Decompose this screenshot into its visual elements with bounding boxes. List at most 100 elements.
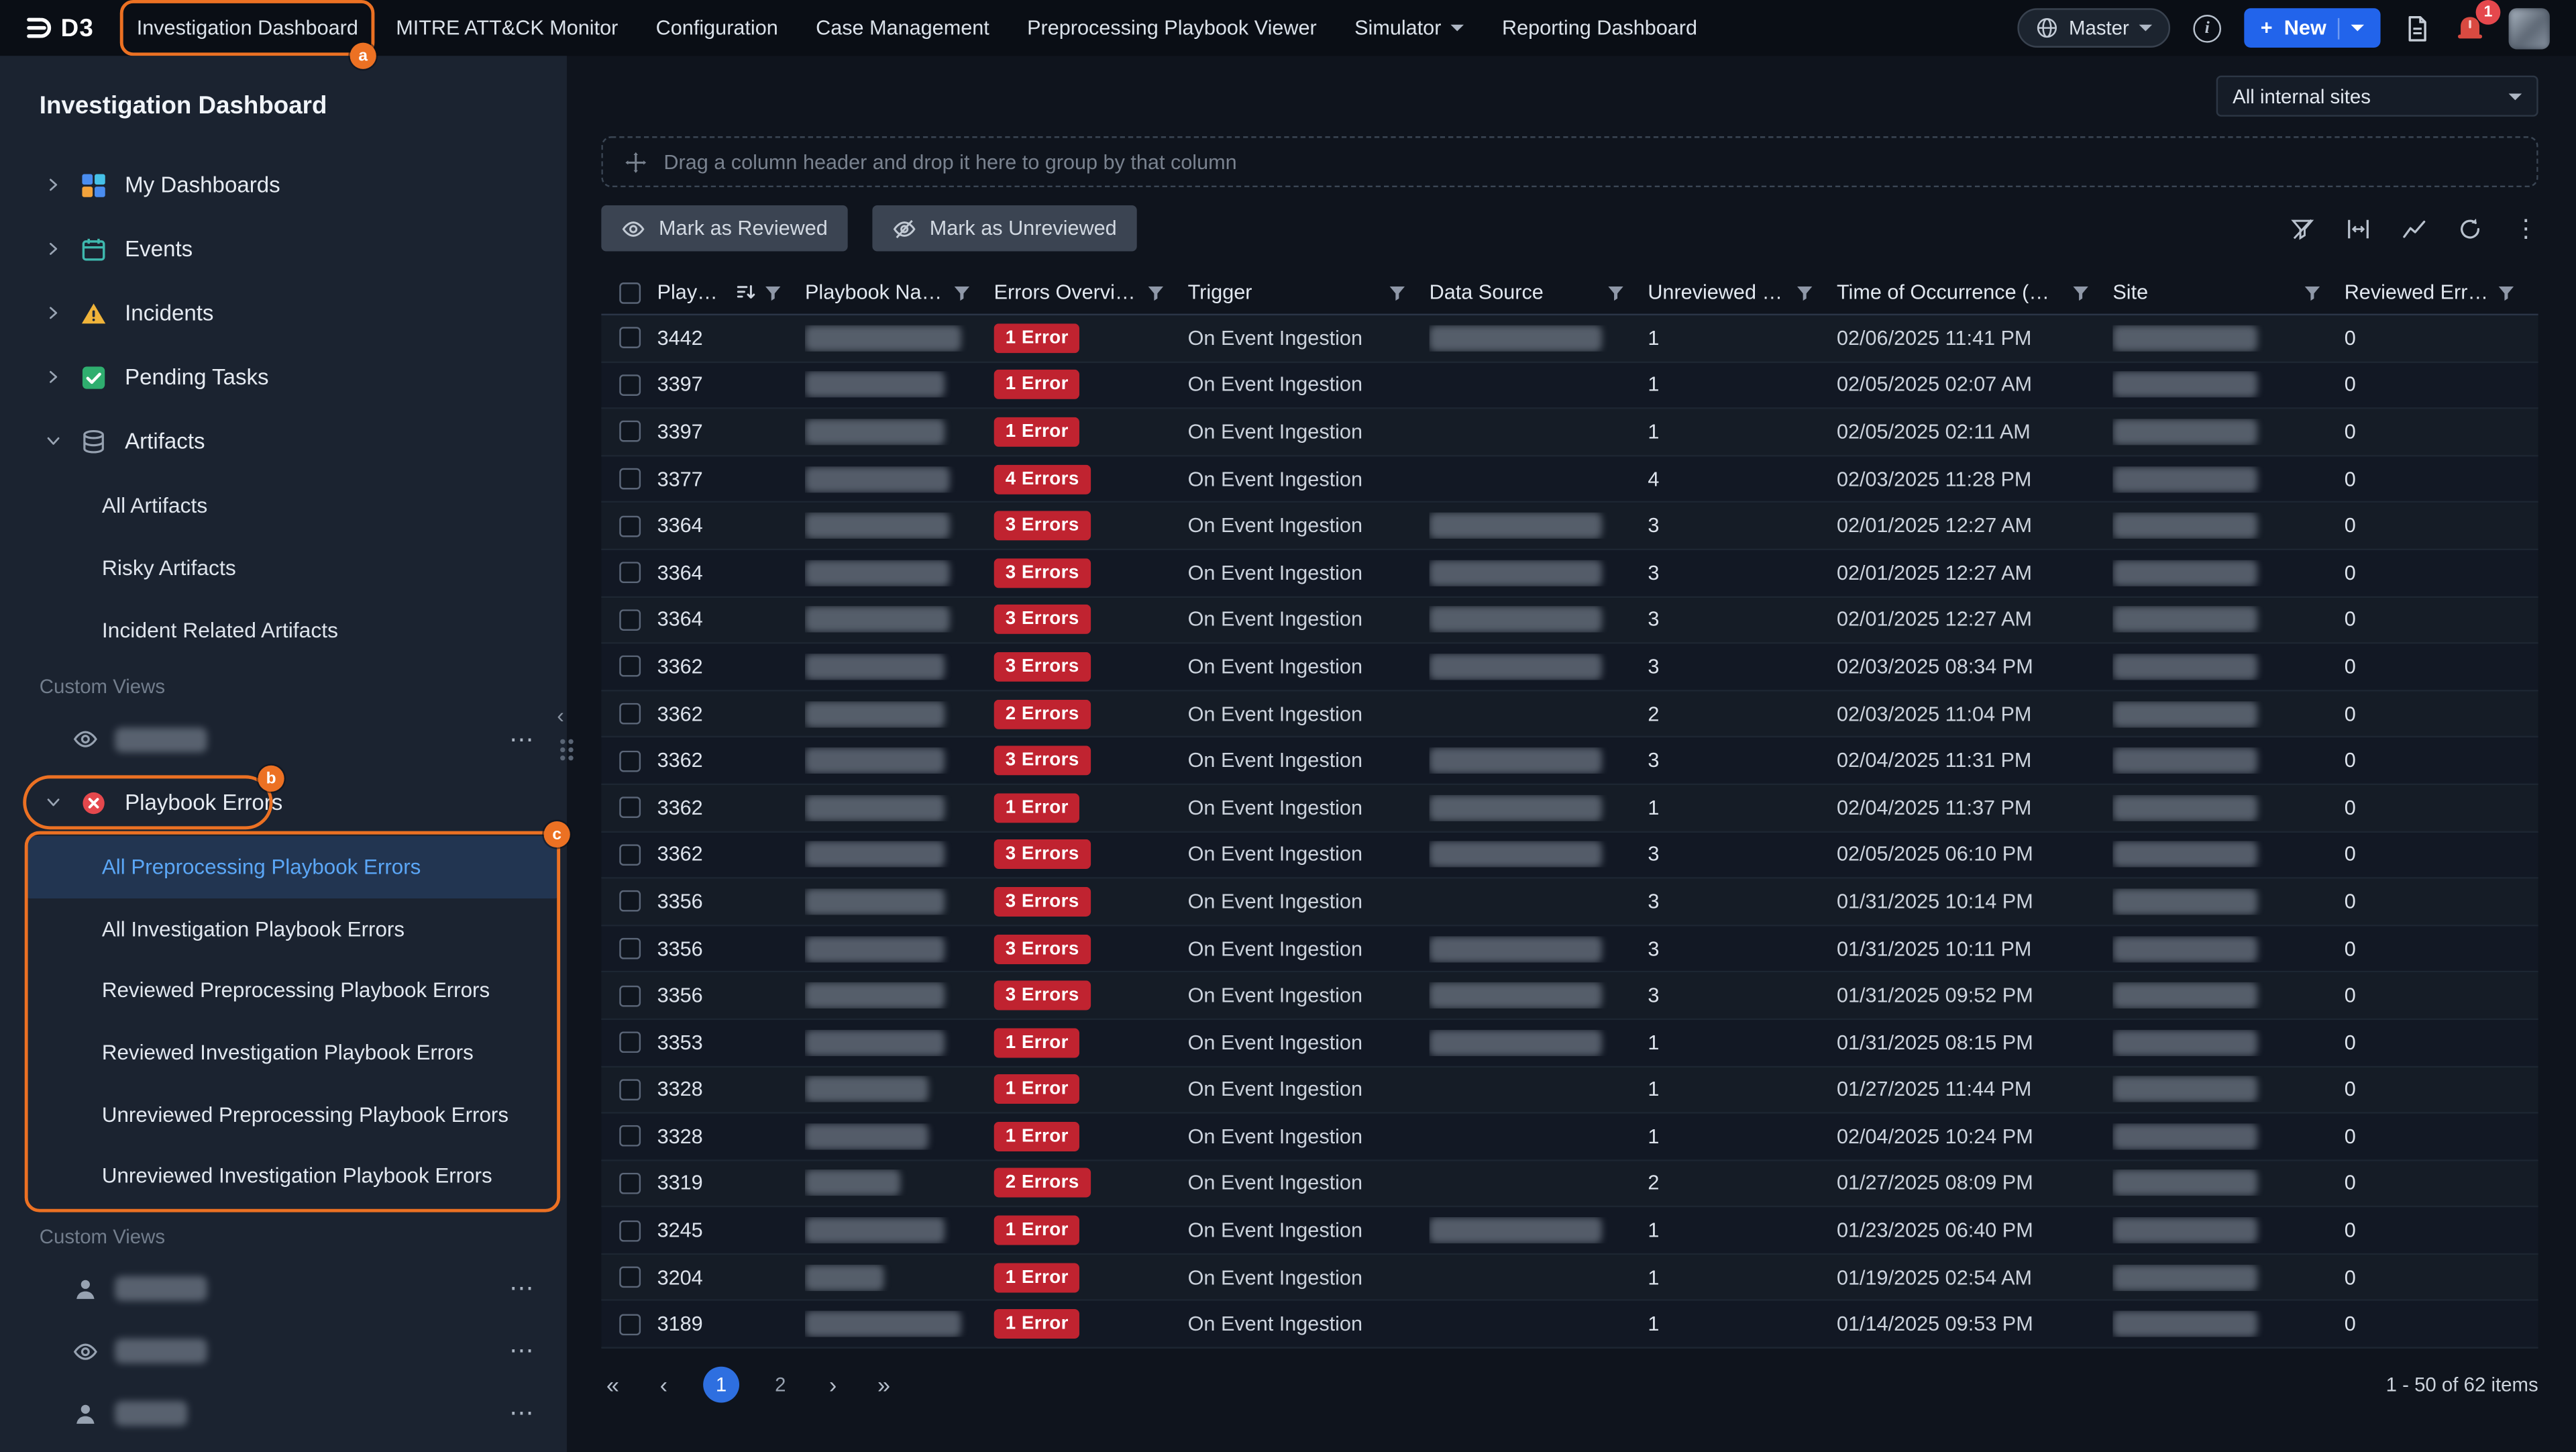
errors-badge[interactable]: 1 Error — [994, 1075, 1080, 1104]
clear-filters-icon[interactable] — [2290, 216, 2315, 241]
errors-badge[interactable]: 1 Error — [994, 370, 1080, 400]
column-header-unreviewed-errors[interactable]: Unreviewed Errors — [1648, 281, 1837, 304]
group-by-dropzone[interactable]: Drag a column header and drop it here to… — [601, 136, 2538, 187]
master-scope-selector[interactable]: Master — [2018, 8, 2170, 48]
errors-badge[interactable]: 1 Error — [994, 1122, 1080, 1151]
document-icon[interactable] — [2404, 14, 2432, 42]
nav-item-configuration[interactable]: Configuration — [653, 5, 782, 51]
site-filter-select[interactable]: All internal sites — [2216, 76, 2538, 117]
table-row[interactable]: 33281 ErrorOn Event Ingestion102/04/2025… — [601, 1114, 2538, 1161]
errors-badge[interactable]: 1 Error — [994, 1310, 1080, 1339]
table-row[interactable]: 33774 ErrorsOn Event Ingestion402/03/202… — [601, 456, 2538, 503]
row-checkbox[interactable] — [619, 421, 640, 443]
sidebar-item-all-artifacts[interactable]: All Artifacts — [0, 473, 567, 535]
errors-badge[interactable]: 1 Error — [994, 793, 1080, 823]
sidebar-item-artifacts[interactable]: Artifacts — [0, 409, 567, 473]
table-row[interactable]: 33531 ErrorOn Event Ingestion101/31/2025… — [601, 1020, 2538, 1067]
select-all-checkbox[interactable] — [619, 282, 640, 303]
row-checkbox[interactable] — [619, 1267, 640, 1288]
row-checkbox[interactable] — [619, 985, 640, 1006]
table-row[interactable]: 33971 ErrorOn Event Ingestion102/05/2025… — [601, 409, 2538, 456]
sidebar-resize-handle[interactable] — [560, 739, 574, 761]
custom-view-item[interactable]: ⋯ — [0, 708, 567, 770]
mark-as-reviewed-button[interactable]: Mark as Reviewed — [601, 205, 847, 252]
sidebar-item-playbook-errors[interactable]: Playbook Errors b — [0, 770, 567, 834]
sidebar-collapse-button[interactable]: ‹ — [557, 703, 564, 728]
sidebar-item-pending-tasks[interactable]: Pending Tasks — [0, 345, 567, 409]
filter-icon[interactable] — [1796, 283, 1814, 301]
table-row[interactable]: 34421 ErrorOn Event Ingestion102/06/2025… — [601, 315, 2538, 362]
filter-icon[interactable] — [1146, 283, 1165, 301]
table-row[interactable]: 33622 ErrorsOn Event Ingestion202/03/202… — [601, 691, 2538, 738]
column-header-trigger[interactable]: Trigger — [1188, 281, 1430, 304]
errors-badge[interactable]: 3 Errors — [994, 934, 1091, 964]
mark-as-unreviewed-button[interactable]: Mark as Unreviewed — [872, 205, 1136, 252]
page-2-button[interactable]: 2 — [767, 1373, 794, 1396]
row-checkbox[interactable] — [619, 1220, 640, 1241]
nav-item-reporting-dashboard[interactable]: Reporting Dashboard — [1499, 5, 1701, 51]
row-checkbox[interactable] — [619, 1314, 640, 1335]
first-page-button[interactable]: « — [601, 1371, 624, 1398]
errors-badge[interactable]: 2 Errors — [994, 1169, 1091, 1198]
nav-item-simulator[interactable]: Simulator — [1351, 5, 1467, 51]
chart-icon[interactable] — [2402, 216, 2426, 241]
sidebar-item-incidents[interactable]: Incidents — [0, 281, 567, 345]
row-checkbox[interactable] — [619, 1032, 640, 1053]
row-checkbox[interactable] — [619, 703, 640, 725]
previous-page-button[interactable]: ‹ — [652, 1371, 675, 1398]
table-row[interactable]: 33971 ErrorOn Event Ingestion102/05/2025… — [601, 362, 2538, 409]
errors-badge[interactable]: 3 Errors — [994, 558, 1091, 588]
table-row[interactable]: 33621 ErrorOn Event Ingestion102/04/2025… — [601, 785, 2538, 832]
row-checkbox[interactable] — [619, 468, 640, 490]
column-header-data-source[interactable]: Data Source — [1430, 281, 1648, 304]
alerts-icon[interactable]: 1 — [2455, 12, 2486, 44]
filter-icon[interactable] — [1607, 283, 1625, 301]
errors-badge[interactable]: 1 Error — [994, 417, 1080, 447]
row-checkbox[interactable] — [619, 374, 640, 396]
last-page-button[interactable]: » — [872, 1371, 895, 1398]
sidebar-item-risky-artifacts[interactable]: Risky Artifacts — [0, 535, 567, 598]
errors-badge[interactable]: 3 Errors — [994, 652, 1091, 682]
column-header-time-of-occurrence-utc[interactable]: Time of Occurrence (UTC) — [1837, 281, 2112, 304]
nav-item-mitre-attck-monitor[interactable]: MITRE ATT&CK Monitor — [392, 5, 621, 51]
sidebar-item-events[interactable]: Events — [0, 217, 567, 280]
table-row[interactable]: 31891 ErrorOn Event Ingestion101/14/2025… — [601, 1302, 2538, 1349]
filter-icon[interactable] — [2303, 283, 2321, 301]
column-header-playbook-name[interactable]: Playbook Name — [805, 281, 994, 304]
table-row[interactable]: 33643 ErrorsOn Event Ingestion302/01/202… — [601, 503, 2538, 550]
table-row[interactable]: 33281 ErrorOn Event Ingestion101/27/2025… — [601, 1067, 2538, 1114]
row-checkbox[interactable] — [619, 562, 640, 584]
info-icon[interactable]: i — [2193, 14, 2221, 42]
table-row[interactable]: 33643 ErrorsOn Event Ingestion302/01/202… — [601, 597, 2538, 644]
filter-icon[interactable] — [953, 283, 971, 301]
row-checkbox[interactable] — [619, 1079, 640, 1100]
filter-icon[interactable] — [2072, 283, 2090, 301]
new-button[interactable]: + New — [2244, 8, 2380, 48]
row-checkbox[interactable] — [619, 515, 640, 537]
errors-badge[interactable]: 3 Errors — [994, 605, 1091, 635]
column-header-errors-overview[interactable]: Errors Overview — [994, 281, 1188, 304]
more-options-icon[interactable]: ⋯ — [509, 1339, 534, 1363]
errors-badge[interactable]: 1 Error — [994, 1028, 1080, 1057]
errors-badge[interactable]: 1 Error — [994, 1263, 1080, 1292]
table-row[interactable]: 32451 ErrorOn Event Ingestion101/23/2025… — [601, 1208, 2538, 1255]
table-row[interactable]: 33563 ErrorsOn Event Ingestion301/31/202… — [601, 926, 2538, 973]
table-row[interactable]: 33623 ErrorsOn Event Ingestion302/05/202… — [601, 832, 2538, 879]
errors-badge[interactable]: 3 Errors — [994, 746, 1091, 776]
user-avatar[interactable] — [2509, 7, 2550, 48]
row-checkbox[interactable] — [619, 327, 640, 349]
column-header-site[interactable]: Site — [2112, 281, 2344, 304]
more-options-icon[interactable]: ⋯ — [509, 1276, 534, 1301]
submenu-all-preprocessing-playbook-errors[interactable]: All Preprocessing Playbook Errors — [26, 836, 558, 898]
nav-item-investigation-dashboard[interactable]: Investigation Dashboard a — [133, 5, 362, 51]
errors-badge[interactable]: 3 Errors — [994, 840, 1091, 870]
submenu-reviewed-investigation-playbook-errors[interactable]: Reviewed Investigation Playbook Errors — [26, 1021, 558, 1083]
submenu-unreviewed-preprocessing-playbook-errors[interactable]: Unreviewed Preprocessing Playbook Errors — [26, 1083, 558, 1145]
sidebar-item-incident-related-artifacts[interactable]: Incident Related Artifacts — [0, 598, 567, 660]
row-checkbox[interactable] — [619, 797, 640, 819]
submenu-unreviewed-investigation-playbook-errors[interactable]: Unreviewed Investigation Playbook Errors — [26, 1145, 558, 1206]
errors-badge[interactable]: 3 Errors — [994, 981, 1091, 1010]
table-row[interactable]: 33563 ErrorsOn Event Ingestion301/31/202… — [601, 973, 2538, 1020]
errors-badge[interactable]: 1 Error — [994, 323, 1080, 353]
d3-logo[interactable]: D3 — [26, 14, 94, 42]
